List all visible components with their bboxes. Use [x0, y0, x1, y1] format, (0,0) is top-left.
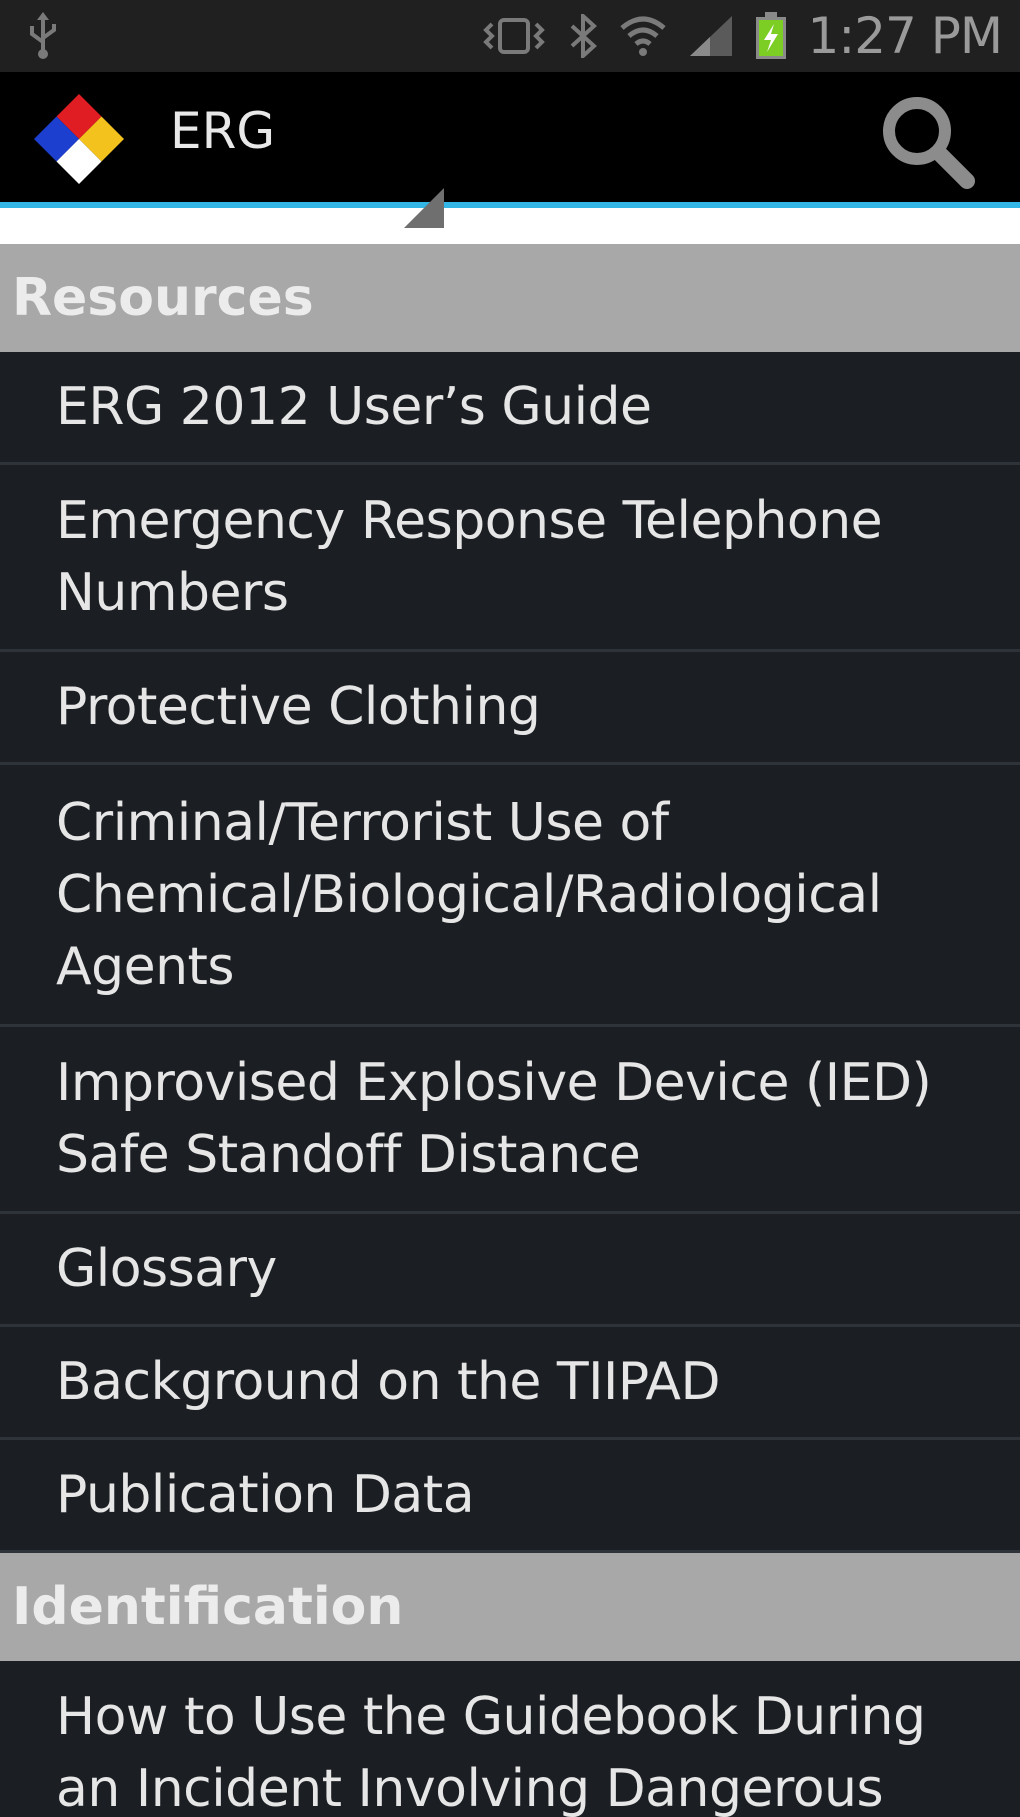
- action-bar: ERG: [0, 72, 1020, 228]
- section-header-identification: Identification: [0, 1553, 1020, 1661]
- wifi-icon: [618, 12, 668, 60]
- list-item-how-to-use[interactable]: How to Use the Guidebook During an Incid…: [0, 1661, 1020, 1817]
- divider-band: [0, 208, 1020, 244]
- search-icon: [883, 97, 975, 189]
- section-header-resources: Resources: [0, 244, 1020, 352]
- list-item-telephone-numbers[interactable]: Emergency Response Telephone Numbers: [0, 465, 1020, 652]
- app-title-spinner[interactable]: ERG: [170, 102, 275, 160]
- hazard-diamond-icon[interactable]: [34, 94, 124, 184]
- list-item-ied-distance[interactable]: Improvised Explosive Device (IED) Safe S…: [0, 1027, 1020, 1214]
- screen: 1:27 PM ERG Resources ERG 2012 User’s Gu…: [0, 0, 1020, 1817]
- list-item-users-guide[interactable]: ERG 2012 User’s Guide: [0, 352, 1020, 465]
- list-item-criminal-terrorist[interactable]: Criminal/Terrorist Use of Chemical/Biolo…: [0, 765, 1020, 1027]
- list-item-tiipad[interactable]: Background on the TIIPAD: [0, 1327, 1020, 1440]
- usb-icon: [26, 12, 60, 60]
- status-bar: 1:27 PM: [0, 0, 1020, 72]
- search-button[interactable]: [872, 88, 982, 198]
- list-item-protective-clothing[interactable]: Protective Clothing: [0, 652, 1020, 765]
- battery-charging-icon: [754, 12, 788, 60]
- signal-icon: [688, 12, 734, 60]
- vibrate-icon: [480, 12, 548, 60]
- list-item-publication-data[interactable]: Publication Data: [0, 1440, 1020, 1553]
- status-time: 1:27 PM: [807, 7, 1003, 65]
- list-item-glossary[interactable]: Glossary: [0, 1214, 1020, 1327]
- spinner-arrow-icon[interactable]: [404, 188, 444, 228]
- bluetooth-icon: [568, 12, 598, 60]
